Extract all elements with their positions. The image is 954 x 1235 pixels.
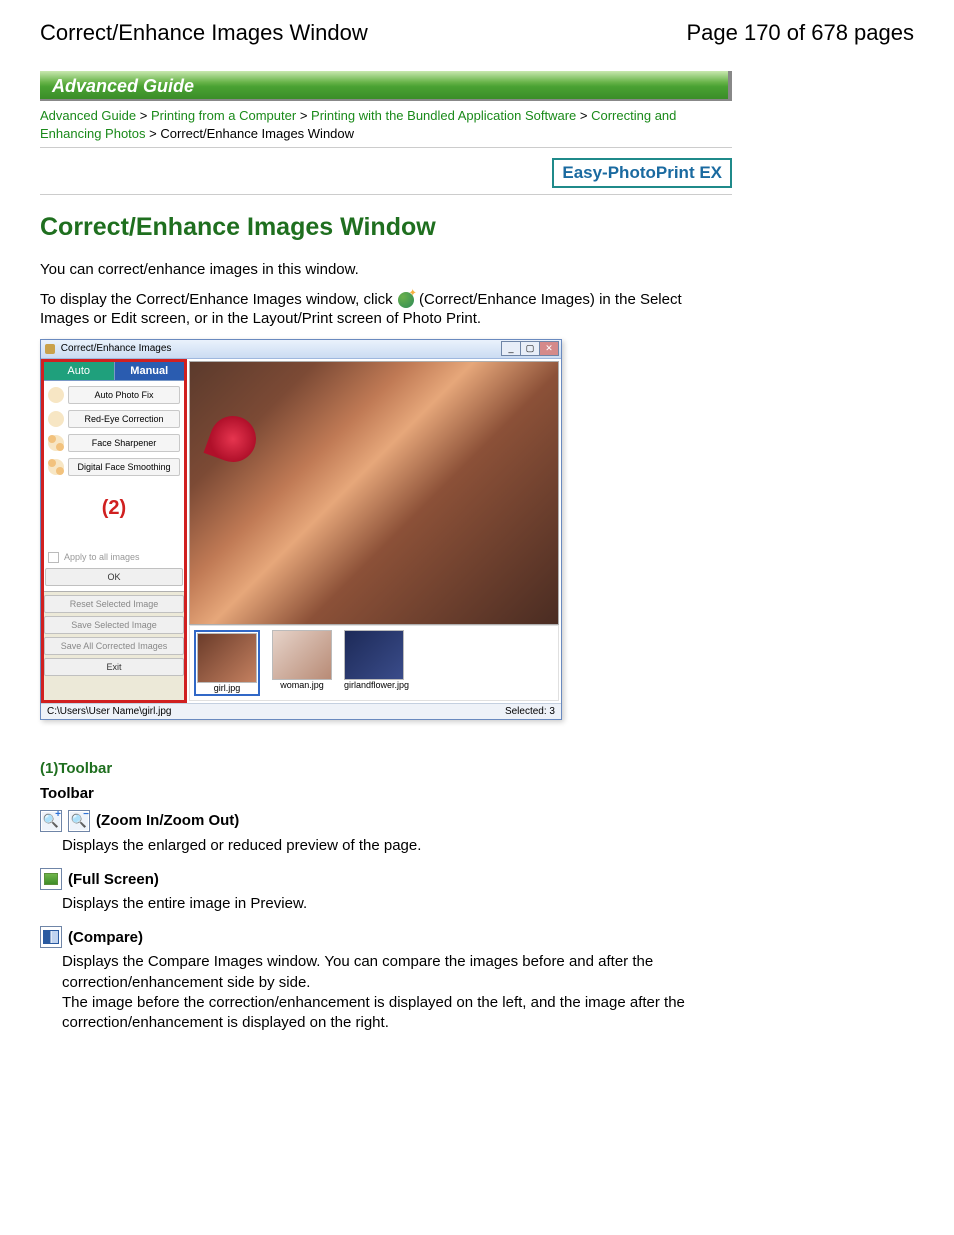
thumbnail-row: girl.jpg woman.jpg girlandflower.jpg: [189, 625, 559, 701]
face-sharpener-icon: [48, 435, 64, 451]
option-red-eye[interactable]: Red-Eye Correction: [44, 407, 184, 431]
dialog-title: Correct/Enhance Images: [45, 343, 171, 354]
minimize-icon[interactable]: _: [501, 341, 521, 356]
option-face-sharpener[interactable]: Face Sharpener: [44, 431, 184, 455]
tab-auto[interactable]: Auto: [43, 361, 114, 381]
breadcrumb-sep: >: [140, 108, 151, 123]
option-label: Auto Photo Fix: [68, 386, 180, 404]
exit-button[interactable]: Exit: [44, 658, 184, 676]
zoom-label: (Zoom In/Zoom Out): [96, 812, 239, 829]
breadcrumb: Advanced Guide > Printing from a Compute…: [40, 107, 732, 143]
option-label: Face Sharpener: [68, 434, 180, 452]
zoom-description: Displays the enlarged or reduced preview…: [62, 836, 732, 856]
save-all-corrected-button[interactable]: Save All Corrected Images: [44, 637, 184, 655]
thumbnail-image: [197, 633, 257, 683]
ok-button[interactable]: OK: [45, 568, 183, 586]
right-panel: (1) 🔍 🔍 ▣ ◫ girl.jpg woman.jpg: [187, 359, 561, 703]
status-selected: Selected: 3: [505, 706, 555, 717]
close-icon[interactable]: ✕: [539, 341, 559, 356]
zoom-out-icon: [68, 810, 90, 832]
preview-image: [189, 361, 559, 625]
auto-photo-fix-icon: [48, 387, 64, 403]
compare-icon: [40, 926, 62, 948]
breadcrumb-current: Correct/Enhance Images Window: [160, 126, 354, 141]
digital-face-smoothing-icon: [48, 459, 64, 475]
intro-text: You can correct/enhance images in this w…: [40, 260, 732, 280]
dialog-screenshot: Correct/Enhance Images _ ▢ ✕ Auto Manual…: [40, 339, 562, 720]
red-eye-icon: [48, 411, 64, 427]
tab-manual[interactable]: Manual: [114, 361, 186, 381]
zoom-icons-line: (Zoom In/Zoom Out): [40, 810, 914, 832]
fullscreen-label: (Full Screen): [68, 871, 159, 888]
reset-selected-button[interactable]: Reset Selected Image: [44, 595, 184, 613]
thumbnail-label: girlandflower.jpg: [344, 680, 404, 690]
save-selected-button[interactable]: Save Selected Image: [44, 616, 184, 634]
correct-enhance-icon: [397, 291, 415, 309]
breadcrumb-sep: >: [149, 126, 160, 141]
callout-2-label: (2): [44, 497, 184, 520]
thumbnail-item[interactable]: girlandflower.jpg: [344, 630, 404, 696]
thumbnail-image: [344, 630, 404, 680]
option-label: Red-Eye Correction: [68, 410, 180, 428]
zoom-in-icon: [40, 810, 62, 832]
intro-text: To display the Correct/Enhance Images wi…: [40, 290, 732, 329]
option-digital-face-smoothing[interactable]: Digital Face Smoothing: [44, 455, 184, 479]
option-auto-photo-fix[interactable]: Auto Photo Fix: [44, 383, 184, 407]
fullscreen-description: Displays the entire image in Preview.: [62, 894, 732, 914]
dialog-titlebar: Correct/Enhance Images _ ▢ ✕: [41, 340, 561, 359]
advanced-guide-banner: Advanced Guide: [40, 71, 732, 101]
option-label: Digital Face Smoothing: [68, 458, 180, 476]
compare-icon-line: (Compare): [40, 926, 914, 948]
status-path: C:\Users\User Name\girl.jpg: [47, 706, 171, 717]
toolbar-subtitle: Toolbar: [40, 785, 914, 802]
thumbnail-image: [272, 630, 332, 680]
page-title: Correct/Enhance Images Window: [40, 20, 368, 46]
thumbnail-label: girl.jpg: [197, 683, 257, 693]
text-fragment: To display the Correct/Enhance Images wi…: [40, 291, 397, 308]
page-heading: Correct/Enhance Images Window: [40, 213, 914, 242]
divider: [40, 147, 732, 148]
mode-tabs: Auto Manual: [43, 361, 185, 381]
compare-label: (Compare): [68, 929, 143, 946]
maximize-icon[interactable]: ▢: [520, 341, 540, 356]
breadcrumb-link[interactable]: Printing with the Bundled Application So…: [311, 108, 576, 123]
flower-decoration: [204, 409, 263, 468]
thumbnail-item[interactable]: girl.jpg: [194, 630, 260, 696]
thumbnail-label: woman.jpg: [272, 680, 332, 690]
fullscreen-icon: [40, 868, 62, 890]
page-counter: Page 170 of 678 pages: [686, 20, 914, 46]
easy-photoprint-badge: Easy-PhotoPrint EX: [552, 158, 732, 188]
apply-all-checkbox[interactable]: Apply to all images: [44, 550, 184, 565]
section-title-toolbar: (1)Toolbar: [40, 760, 914, 777]
thumbnail-item[interactable]: woman.jpg: [272, 630, 332, 696]
left-panel: Auto Manual Auto Photo Fix Red-Eye Corre…: [41, 359, 187, 703]
breadcrumb-sep: >: [580, 108, 591, 123]
breadcrumb-link[interactable]: Printing from a Computer: [151, 108, 296, 123]
window-controls: _ ▢ ✕: [502, 341, 559, 356]
divider: [40, 194, 732, 195]
dialog-statusbar: C:\Users\User Name\girl.jpg Selected: 3: [41, 703, 561, 719]
options-panel: Auto Photo Fix Red-Eye Correction Face S…: [43, 381, 185, 592]
breadcrumb-link[interactable]: Advanced Guide: [40, 108, 136, 123]
dialog-title-text: Correct/Enhance Images: [61, 343, 172, 354]
breadcrumb-sep: >: [300, 108, 311, 123]
apply-all-label: Apply to all images: [64, 552, 140, 562]
compare-description: Displays the Compare Images window. You …: [62, 952, 732, 1033]
fullscreen-icon-line: (Full Screen): [40, 868, 914, 890]
